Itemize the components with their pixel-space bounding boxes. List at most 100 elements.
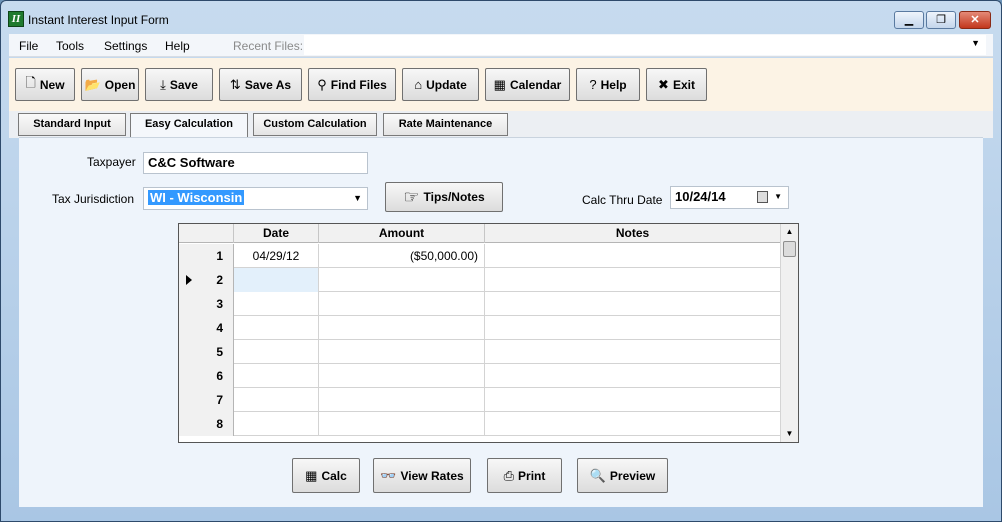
amount-cell[interactable] (319, 388, 485, 412)
notes-cell[interactable] (485, 292, 781, 316)
save-button[interactable]: ⤓ Save (145, 68, 213, 101)
row-header[interactable]: 4 (179, 316, 234, 340)
notes-cell[interactable] (485, 364, 781, 388)
notes-cell[interactable] (485, 388, 781, 412)
chevron-down-icon[interactable]: ▼ (774, 192, 782, 201)
pointing-hand-icon: ☞ (403, 186, 420, 207)
notes-cell[interactable] (485, 244, 781, 268)
title-bar[interactable]: II Instant Interest Input Form ▁ ❐ ✕ (1, 1, 1001, 35)
notes-cell[interactable] (485, 412, 781, 436)
view-rates-button[interactable]: 👓 View Rates (373, 458, 471, 493)
view-rates-button-label: View Rates (400, 468, 464, 483)
row-header[interactable]: 2 (179, 268, 234, 292)
print-button[interactable]: ⎙ Print (487, 458, 562, 493)
date-cell[interactable] (234, 268, 319, 292)
date-cell[interactable] (234, 316, 319, 340)
column-header-date[interactable]: Date (234, 224, 319, 243)
preview-icon: 🔍 (589, 467, 606, 483)
calc-thru-date-picker[interactable]: 10/24/14 ▼ (670, 186, 789, 209)
tax-jurisdiction-value: WI - Wisconsin (148, 190, 245, 205)
taxpayer-input[interactable]: C&C Software (143, 152, 368, 174)
update-button-label: Update (426, 77, 467, 92)
scroll-down-arrow-icon[interactable]: ▼ (781, 426, 798, 442)
taxpayer-label: Taxpayer (87, 155, 136, 169)
menu-tools[interactable]: Tools (56, 39, 84, 53)
find-files-button[interactable]: ⚲ Find Files (308, 68, 396, 101)
date-cell[interactable] (234, 340, 319, 364)
recent-files-label: Recent Files: (233, 39, 304, 53)
update-button[interactable]: ⌂ Update (402, 68, 479, 101)
app-window: II Instant Interest Input Form ▁ ❐ ✕ Fil… (0, 0, 1002, 522)
new-button-label: New (39, 77, 65, 92)
payments-grid[interactable]: Date Amount Notes 1 04/29/12 ($50,000.00… (178, 223, 799, 443)
menu-help[interactable]: Help (165, 39, 190, 53)
tax-jurisdiction-select[interactable]: WI - Wisconsin ▼ (143, 187, 368, 210)
dropdown-arrow-icon[interactable]: ▼ (971, 38, 980, 48)
calendar-picker-icon[interactable] (757, 191, 768, 203)
notes-cell[interactable] (485, 340, 781, 364)
scroll-thumb[interactable] (783, 241, 796, 257)
save-button-label: Save (169, 77, 198, 92)
exit-button[interactable]: ✖ Exit (646, 68, 707, 101)
date-cell[interactable] (234, 364, 319, 388)
tab-custom-calculation[interactable]: Custom Calculation (253, 113, 377, 136)
app-logo-icon: II (8, 11, 24, 27)
date-cell[interactable] (234, 292, 319, 316)
date-cell[interactable]: 04/29/12 (234, 244, 319, 268)
amount-cell[interactable]: ($50,000.00) (319, 244, 485, 268)
amount-cell[interactable] (319, 316, 485, 340)
scroll-up-arrow-icon[interactable]: ▲ (781, 224, 798, 240)
table-row: 8 (179, 412, 781, 436)
open-folder-icon: 📂 (84, 76, 101, 92)
date-cell[interactable] (234, 388, 319, 412)
toolbar: 🗋 New 📂 Open ⤓ Save ⇅ Save As ⚲ Find Fil… (9, 58, 993, 111)
row-header[interactable]: 6 (179, 364, 234, 388)
new-button[interactable]: 🗋 New (15, 68, 75, 101)
find-files-button-label: Find Files (330, 77, 387, 92)
open-button[interactable]: 📂 Open (81, 68, 139, 101)
close-button[interactable]: ✕ (959, 11, 991, 29)
row-header[interactable]: 1 (179, 244, 234, 268)
amount-cell[interactable] (319, 340, 485, 364)
tab-rate-maintenance[interactable]: Rate Maintenance (383, 113, 508, 136)
current-row-marker-icon (186, 275, 192, 285)
tab-standard-input[interactable]: Standard Input (18, 113, 126, 136)
calc-thru-date-value: 10/24/14 (675, 189, 726, 204)
amount-cell[interactable] (319, 292, 485, 316)
date-cell[interactable] (234, 412, 319, 436)
row-header[interactable]: 3 (179, 292, 234, 316)
save-as-button[interactable]: ⇅ Save As (219, 68, 302, 101)
tab-strip: Standard Input Easy Calculation Custom C… (9, 111, 993, 138)
menu-file[interactable]: File (19, 39, 38, 53)
amount-cell[interactable] (319, 364, 485, 388)
help-button[interactable]: ? Help (576, 68, 640, 101)
help-button-label: Help (600, 77, 627, 92)
column-header-amount[interactable]: Amount (319, 224, 485, 243)
tab-easy-calculation[interactable]: Easy Calculation (130, 113, 248, 138)
minimize-button[interactable]: ▁ (894, 11, 924, 29)
row-header[interactable]: 8 (179, 412, 234, 436)
notes-cell[interactable] (485, 316, 781, 340)
notes-cell[interactable] (485, 268, 781, 292)
calendar-button[interactable]: ▦ Calendar (485, 68, 570, 101)
table-row: 3 (179, 292, 781, 316)
window-title: Instant Interest Input Form (28, 13, 169, 27)
menu-settings[interactable]: Settings (104, 39, 147, 53)
calc-button[interactable]: ▦ Calc (292, 458, 360, 493)
glasses-icon: 👓 (380, 467, 397, 483)
tips-notes-button[interactable]: ☞ Tips/Notes (385, 182, 503, 212)
recent-files-dropdown[interactable]: ▼ (304, 35, 986, 55)
preview-button[interactable]: 🔍 Preview (577, 458, 668, 493)
grid-vertical-scrollbar[interactable]: ▲ ▼ (780, 224, 798, 442)
table-row: 1 04/29/12 ($50,000.00) (179, 244, 781, 268)
amount-cell[interactable] (319, 268, 485, 292)
row-header[interactable]: 5 (179, 340, 234, 364)
maximize-button[interactable]: ❐ (926, 11, 956, 29)
table-row: 6 (179, 364, 781, 388)
dropdown-arrow-icon[interactable]: ▼ (353, 193, 362, 203)
column-header-notes[interactable]: Notes (485, 224, 781, 243)
row-header[interactable]: 7 (179, 388, 234, 412)
calendar-icon: ▦ (493, 76, 506, 92)
tax-jurisdiction-label: Tax Jurisdiction (52, 192, 135, 206)
amount-cell[interactable] (319, 412, 485, 436)
